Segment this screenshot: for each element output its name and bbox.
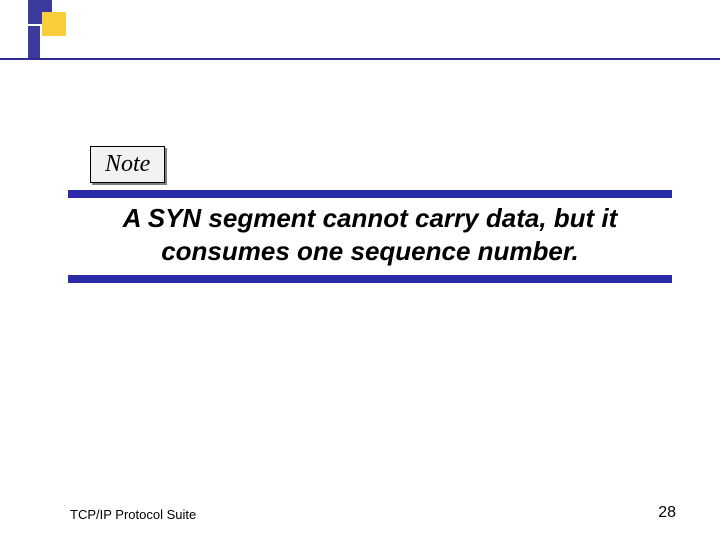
logo-yellow-square xyxy=(42,12,66,36)
page-number: 28 xyxy=(658,504,676,522)
statement-block: A SYN segment cannot carry data, but it … xyxy=(68,190,672,283)
statement-text: A SYN segment cannot carry data, but it … xyxy=(78,202,662,267)
logo-blue-bar xyxy=(28,26,40,58)
note-label: Note xyxy=(105,151,150,177)
header-rule xyxy=(0,58,720,60)
footer-title: TCP/IP Protocol Suite xyxy=(70,507,196,522)
note-label-box: Note xyxy=(90,146,165,183)
slide-logo xyxy=(28,0,68,58)
